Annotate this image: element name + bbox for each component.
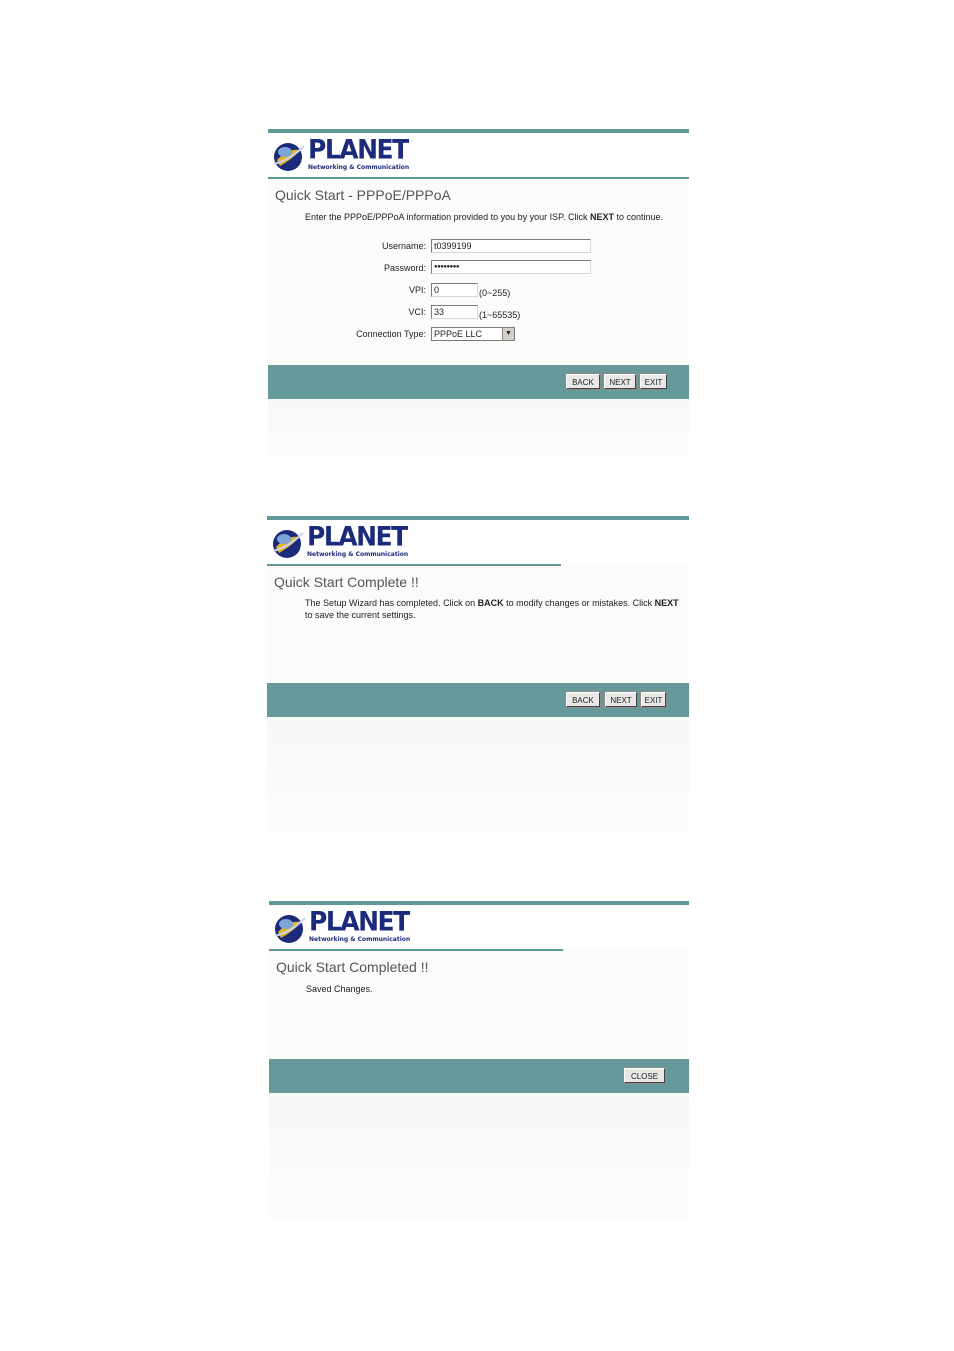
header: PLANET Networking & Communication <box>267 520 689 564</box>
header: PLANET Networking & Communication <box>269 905 689 949</box>
exit-button[interactable]: EXIT <box>639 373 668 390</box>
vci-range: (1~65535) <box>479 310 521 320</box>
connection-type-select[interactable]: PPPoE LLC ▼ <box>431 327 515 341</box>
connection-type-label: Connection Type: <box>356 329 426 339</box>
pppoe-setup-panel: PLANET Networking & Communication Quick … <box>268 129 689 457</box>
back-button[interactable]: BACK <box>565 691 601 708</box>
connection-type-value: PPPoE LLC <box>434 329 483 339</box>
page-title: Quick Start Completed !! <box>276 959 429 975</box>
vpi-label: VPI: <box>408 285 426 295</box>
instructions-next: NEXT <box>590 212 615 222</box>
panel-background <box>269 1093 689 1220</box>
back-button[interactable]: BACK <box>565 373 601 390</box>
brand-name: PLANET <box>309 906 410 937</box>
close-button[interactable]: CLOSE <box>623 1067 666 1084</box>
username-input[interactable]: t0399199 <box>431 239 591 253</box>
button-bar: CLOSE <box>269 1059 689 1093</box>
completion-message: The Setup Wizard has completed. Click on… <box>305 597 685 621</box>
instructions: Enter the PPPoE/PPPoA information provid… <box>305 211 685 223</box>
saved-message: Saved Changes. <box>306 984 373 994</box>
brand-tagline: Networking & Communication <box>307 551 409 558</box>
next-button[interactable]: NEXT <box>603 373 637 390</box>
message-back: BACK <box>477 598 504 608</box>
button-bar: BACK NEXT EXIT <box>268 365 689 399</box>
page-title: Quick Start Complete !! <box>274 574 419 590</box>
globe-icon <box>274 915 306 943</box>
vpi-range: (0~255) <box>479 288 511 298</box>
exit-button[interactable]: EXIT <box>640 691 667 708</box>
button-bar: BACK NEXT EXIT <box>267 683 689 717</box>
password-input[interactable]: ●●●●●●●● <box>431 260 591 274</box>
message-text-1: The Setup Wizard has completed. Click on <box>305 598 478 608</box>
header: PLANET Networking & Communication <box>268 133 689 177</box>
instructions-text: Enter the PPPoE/PPPoA information provid… <box>305 212 590 222</box>
brand-name: PLANET <box>308 134 409 165</box>
vpi-input[interactable]: 0 <box>431 283 478 297</box>
brand-name: PLANET <box>307 521 408 552</box>
brand-tagline: Networking & Communication <box>309 936 411 943</box>
quick-start-complete-panel: PLANET Networking & Communication Quick … <box>267 516 689 838</box>
panel-background <box>268 399 689 457</box>
username-label: Username: <box>381 241 426 251</box>
brand-tagline: Networking & Communication <box>308 164 410 171</box>
chevron-down-icon[interactable]: ▼ <box>502 328 514 340</box>
vci-input[interactable]: 33 <box>431 305 478 319</box>
message-text-2: to modify changes or mistakes. Click <box>503 598 655 608</box>
vci-label: VCI: <box>408 307 426 317</box>
instructions-suffix: to continue. <box>614 212 664 222</box>
quick-start-completed-panel: PLANET Networking & Communication Quick … <box>269 901 689 1220</box>
panel-background <box>267 717 689 838</box>
globe-icon <box>272 530 304 558</box>
next-button[interactable]: NEXT <box>604 691 638 708</box>
globe-icon <box>273 143 305 171</box>
message-text-3: to save the current settings. <box>305 610 416 620</box>
password-label: Password: <box>383 263 426 273</box>
page-title: Quick Start - PPPoE/PPPoA <box>275 187 451 203</box>
message-next: NEXT <box>654 598 679 608</box>
